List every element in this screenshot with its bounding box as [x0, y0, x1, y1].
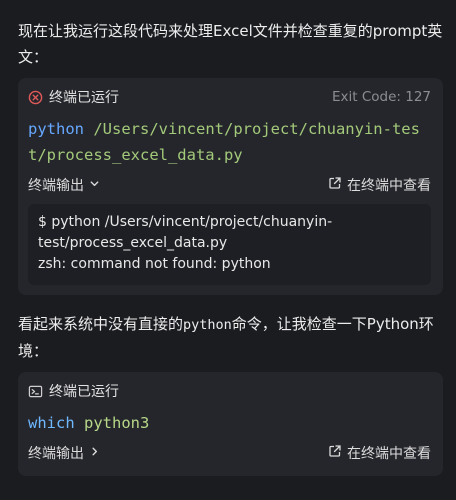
open-in-terminal-button[interactable]: 在终端中查看: [328, 175, 431, 195]
terminal-card-1: 终端已运行 Exit Code: 127 python /Users/vince…: [18, 78, 443, 295]
terminal-command: python /Users/vincent/project/chuanyin-t…: [28, 116, 431, 168]
open-in-terminal-button[interactable]: 在终端中查看: [328, 443, 431, 463]
assistant-message-middle: 看起来系统中没有直接的python命令，让我检查一下Python环境：: [18, 315, 434, 360]
output-line: zsh: command not found: python: [38, 256, 271, 272]
output-label: 终端输出: [28, 446, 84, 462]
output-toolbar: 终端输出 在终端中查看: [28, 172, 431, 198]
command-argument: python3: [84, 414, 150, 432]
command-keyword: which: [28, 414, 75, 432]
terminal-card-header: 终端已运行 Exit Code: 127: [28, 86, 431, 108]
output-label: 终端输出: [28, 178, 84, 194]
terminal-output-toggle[interactable]: 终端输出: [28, 175, 100, 195]
chat-content: 现在让我运行这段代码来处理Excel文件并检查重复的prompt英文： 终端已运…: [0, 0, 456, 476]
terminal-output-toggle[interactable]: 终端输出: [28, 443, 100, 463]
open-in-terminal-label: 在终端中查看: [347, 178, 431, 194]
open-in-terminal-label: 在终端中查看: [347, 446, 431, 462]
command-argument: /Users/vincent/project/chuanyin-test/pro…: [28, 120, 420, 164]
chevron-right-icon: [89, 445, 100, 461]
error-circle-icon: [28, 90, 43, 105]
terminal-command: which python3: [28, 410, 431, 436]
terminal-icon: [28, 384, 43, 399]
terminal-status: 终端已运行: [49, 384, 119, 400]
chevron-down-icon: [89, 177, 100, 193]
assistant-message-intro: 现在让我运行这段代码来处理Excel文件并检查重复的prompt英文：: [18, 22, 443, 66]
terminal-output: $ python /Users/vincent/project/chuanyin…: [28, 204, 431, 285]
terminal-card-2: 终端已运行 which python3 终端输出 在终端中查看: [18, 372, 443, 476]
command-keyword: python: [28, 120, 84, 138]
external-link-icon: [328, 176, 342, 194]
terminal-status: 终端已运行: [49, 90, 119, 106]
output-line: $ python /Users/vincent/project/chuanyin…: [38, 214, 333, 251]
terminal-card-header: 终端已运行: [28, 380, 431, 402]
inline-code: python: [183, 317, 232, 333]
output-toolbar: 终端输出 在终端中查看: [28, 440, 431, 466]
external-link-icon: [328, 444, 342, 462]
exit-code: Exit Code: 127: [331, 89, 431, 105]
